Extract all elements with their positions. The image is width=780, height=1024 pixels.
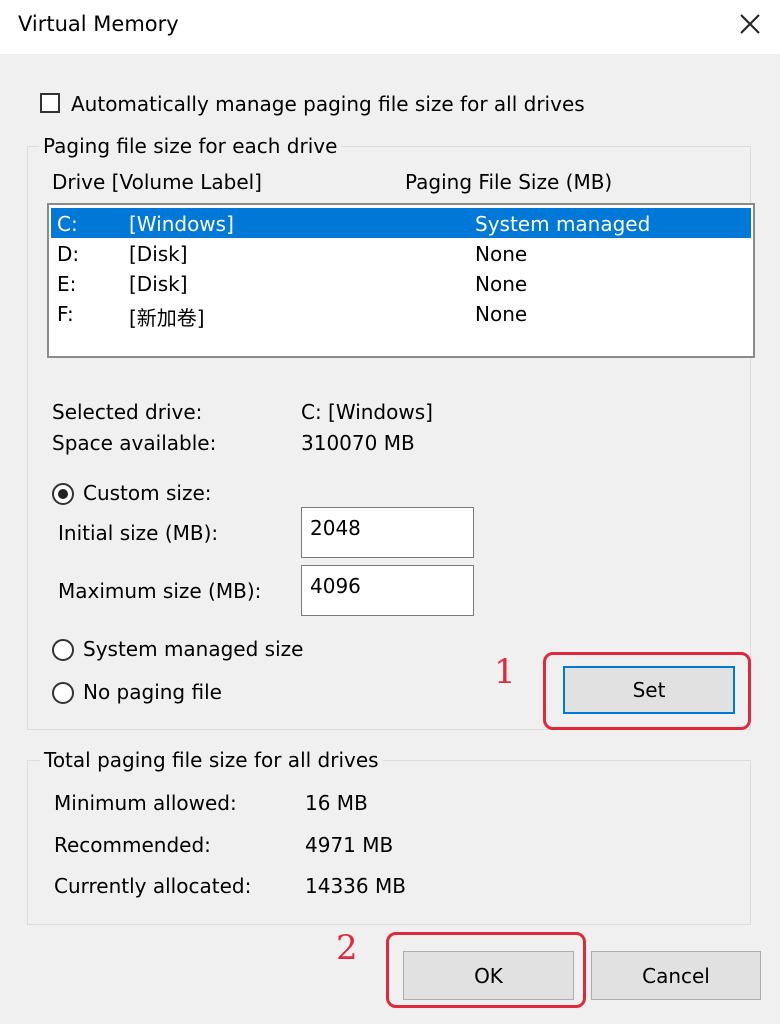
annotation-step-1: 1 <box>494 652 516 692</box>
selected-drive-value: C: [Windows] <box>301 400 433 424</box>
initial-size-label: Initial size (MB): <box>58 521 219 545</box>
drive-row-c[interactable]: C: [Windows] System managed <box>51 208 751 238</box>
initial-size-input[interactable]: 2048 <box>301 507 474 558</box>
total-paging-group-legend: Total paging file size for all drives <box>40 750 383 770</box>
recommended-label: Recommended: <box>54 833 211 857</box>
drive-volume-label: [Disk] <box>129 272 188 296</box>
drive-paging-size: None <box>475 242 528 266</box>
ok-button[interactable]: OK <box>403 951 574 1000</box>
currently-allocated-label: Currently allocated: <box>54 874 252 898</box>
drive-letter: E: <box>57 272 77 296</box>
minimum-allowed-value: 16 MB <box>305 791 368 815</box>
set-button[interactable]: Set <box>563 666 735 714</box>
currently-allocated-value: 14336 MB <box>305 874 406 898</box>
system-managed-label[interactable]: System managed size <box>83 639 303 659</box>
auto-manage-checkbox[interactable] <box>40 93 60 113</box>
no-paging-radio[interactable] <box>52 682 74 704</box>
no-paging-label[interactable]: No paging file <box>83 682 222 702</box>
custom-size-label[interactable]: Custom size: <box>83 483 212 503</box>
recommended-value: 4971 MB <box>305 833 394 857</box>
minimum-allowed-label: Minimum allowed: <box>54 791 237 815</box>
selected-drive-label: Selected drive: <box>52 400 203 424</box>
drive-paging-size: None <box>475 272 528 296</box>
close-button[interactable] <box>734 8 766 40</box>
close-icon <box>740 14 760 34</box>
drive-row-e[interactable]: E: [Disk] None <box>51 268 751 298</box>
window-title: Virtual Memory <box>18 12 179 36</box>
maximum-size-label: Maximum size (MB): <box>58 579 262 603</box>
maximum-size-input[interactable]: 4096 <box>301 565 474 616</box>
drive-list[interactable]: C: [Windows] System managed D: [Disk] No… <box>47 203 755 358</box>
auto-manage-label[interactable]: Automatically manage paging file size fo… <box>71 94 585 114</box>
cancel-button[interactable]: Cancel <box>591 951 761 1000</box>
system-managed-radio[interactable] <box>52 639 74 661</box>
drive-volume-label: [新加卷] <box>129 306 205 330</box>
column-header-size: Paging File Size (MB) <box>405 170 613 194</box>
radio-selected-icon <box>58 489 68 499</box>
space-available-label: Space available: <box>52 431 217 455</box>
drive-letter: C: <box>57 212 78 236</box>
drive-volume-label: [Windows] <box>129 212 234 236</box>
custom-size-radio[interactable] <box>52 483 74 505</box>
drive-paging-size: System managed <box>475 212 651 236</box>
drive-paging-size: None <box>475 302 528 326</box>
drive-row-f[interactable]: F: [新加卷] None <box>51 298 751 330</box>
space-available-value: 310070 MB <box>301 431 415 455</box>
annotation-step-2: 2 <box>336 928 358 968</box>
drive-letter: F: <box>57 302 74 326</box>
drive-row-d[interactable]: D: [Disk] None <box>51 238 751 268</box>
drive-letter: D: <box>57 242 80 266</box>
drive-volume-label: [Disk] <box>129 242 188 266</box>
paging-file-group-legend: Paging file size for each drive <box>39 136 342 156</box>
column-header-drive: Drive [Volume Label] <box>52 170 262 194</box>
